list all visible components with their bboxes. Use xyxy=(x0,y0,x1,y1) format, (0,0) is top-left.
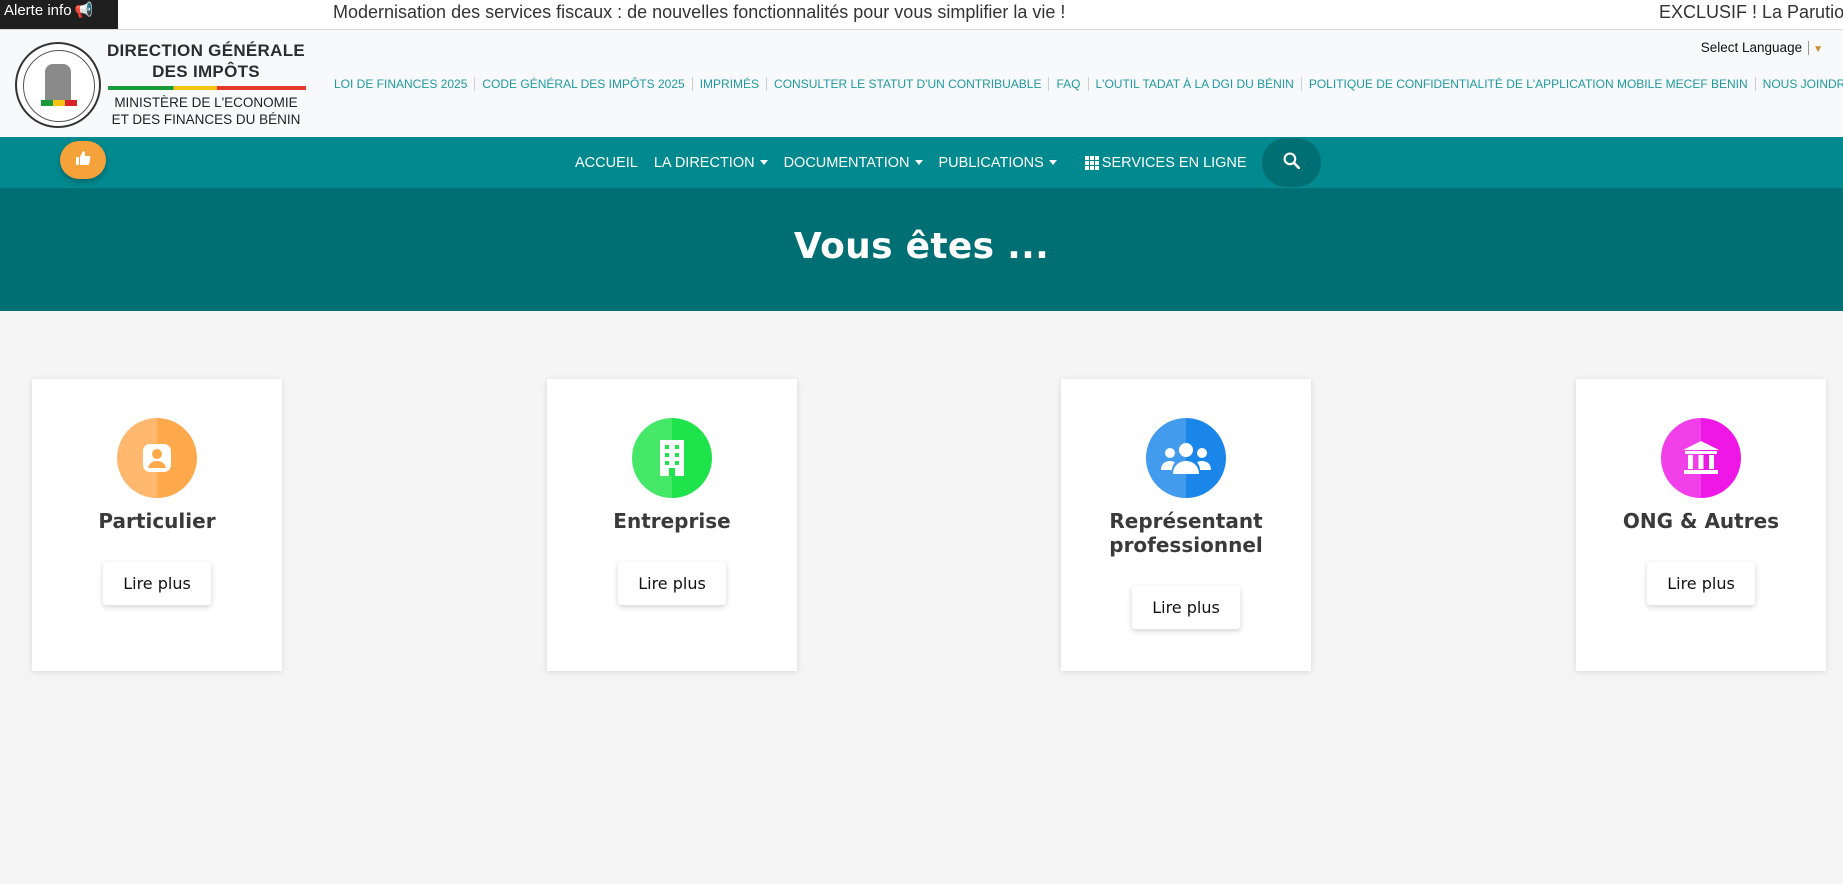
card-title: ONG & Autres xyxy=(1622,509,1780,533)
card-entreprise: Entreprise Lire plus xyxy=(547,379,797,671)
card-read-more-button[interactable]: Lire plus xyxy=(618,562,726,605)
caret-down-icon xyxy=(759,160,768,165)
card-representant-professionnel: Représentant professionnel Lire plus xyxy=(1061,379,1311,671)
brand-line-4: ET DES FINANCES DU BÉNIN xyxy=(111,112,301,127)
nav-item-accueil[interactable]: ACCUEIL xyxy=(575,155,638,171)
toplink-statut-contribuable[interactable]: CONSULTER LE STATUT D'UN CONTRIBUABLE xyxy=(767,77,1050,91)
toplink-politique-confidentialite[interactable]: POLITIQUE DE CONFIDENTIALITÉ DE L'APPLIC… xyxy=(1302,77,1756,91)
institution-icon xyxy=(1661,418,1741,498)
tricolor-divider xyxy=(108,86,306,90)
nav-item-label: LA DIRECTION xyxy=(653,154,755,171)
hero-title: Vous êtes ... xyxy=(793,226,1050,267)
card-read-more-button[interactable]: Lire plus xyxy=(103,562,211,605)
card-read-more-button[interactable]: Lire plus xyxy=(1132,586,1240,629)
caret-down-icon xyxy=(914,160,923,165)
hero-banner: Vous êtes ... xyxy=(0,188,1843,311)
user-icon xyxy=(117,418,197,498)
card-icon-circle xyxy=(632,418,712,498)
language-label: Select Language xyxy=(1700,40,1803,55)
card-icon-circle xyxy=(1146,418,1226,498)
nav-menu: ACCUEIL LA DIRECTION DOCUMENTATION PUBLI… xyxy=(575,137,1263,188)
dgi-logo-seal[interactable] xyxy=(15,42,101,128)
brand-line-3: MINISTÈRE DE L'ECONOMIE xyxy=(114,95,298,110)
like-button[interactable] xyxy=(60,141,106,179)
card-particulier: Particulier Lire plus xyxy=(32,379,282,671)
card-icon-circle xyxy=(1661,418,1741,498)
ticker-item[interactable]: Modernisation des services fiscaux : de … xyxy=(333,2,1065,23)
toplink-imprimes[interactable]: IMPRIMÉS xyxy=(693,77,768,91)
nav-item-publications[interactable]: PUBLICATIONS xyxy=(939,155,1057,171)
thumbs-up-icon xyxy=(75,150,91,170)
brand-line-2: DES IMPÔTS xyxy=(152,62,260,81)
top-links: LOI DE FINANCES 2025 CODE GÉNÉRAL DES IM… xyxy=(334,77,1843,91)
site-header: DIRECTION GÉNÉRALE DES IMPÔTS MINISTÈRE … xyxy=(0,30,1843,137)
card-ong-autres: ONG & Autres Lire plus xyxy=(1576,379,1826,671)
brand-block[interactable]: DIRECTION GÉNÉRALE DES IMPÔTS MINISTÈRE … xyxy=(106,40,306,128)
nav-item-services-en-ligne[interactable]: SERVICES EN LIGNE xyxy=(1084,154,1247,171)
language-selector[interactable]: Select Language ▼ xyxy=(1700,40,1823,56)
card-title: Particulier xyxy=(98,509,216,533)
brand-line-1: DIRECTION GÉNÉRALE xyxy=(106,41,306,60)
building-icon xyxy=(632,418,712,498)
toplink-nous-joindre[interactable]: NOUS JOINDRE xyxy=(1756,77,1843,91)
nav-item-label: SERVICES EN LIGNE xyxy=(1101,154,1247,171)
card-read-more-button[interactable]: Lire plus xyxy=(1647,562,1755,605)
main-nav: ACCUEIL LA DIRECTION DOCUMENTATION PUBLI… xyxy=(0,137,1843,188)
seal-emblem xyxy=(45,64,71,104)
nav-item-label: PUBLICATIONS xyxy=(938,154,1044,171)
card-title: Entreprise xyxy=(613,509,731,533)
alert-label: Alerte info 📢 xyxy=(0,0,118,29)
chevron-down-icon: ▼ xyxy=(1813,44,1823,55)
language-separator xyxy=(1808,41,1810,56)
search-button[interactable] xyxy=(1262,138,1321,187)
nav-item-label: DOCUMENTATION xyxy=(783,154,910,171)
ticker-item[interactable]: EXCLUSIF ! La Parution xyxy=(1659,2,1843,23)
nav-item-label: ACCUEIL xyxy=(575,154,638,171)
toplink-tadat[interactable]: L'OUTIL TADAT À LA DGI DU BÉNIN xyxy=(1089,77,1302,91)
toplink-faq[interactable]: FAQ xyxy=(1049,77,1089,91)
toplink-loi-de-finances[interactable]: LOI DE FINANCES 2025 xyxy=(334,77,476,91)
nav-item-la-direction[interactable]: LA DIRECTION xyxy=(654,155,768,171)
nav-item-documentation[interactable]: DOCUMENTATION xyxy=(784,155,923,171)
card-title: Représentant professionnel xyxy=(1109,509,1263,557)
search-icon xyxy=(1283,152,1301,173)
megaphone-icon: 📢 xyxy=(74,2,94,19)
alert-ticker-bar: Alerte info 📢 Modernisation des services … xyxy=(0,0,1843,30)
caret-down-icon xyxy=(1048,160,1057,165)
grid-icon xyxy=(1084,155,1099,170)
users-icon xyxy=(1146,418,1226,498)
alert-label-text: Alerte info xyxy=(4,2,72,19)
card-icon-circle xyxy=(117,418,197,498)
toplink-code-general[interactable]: CODE GÉNÉRAL DES IMPÔTS 2025 xyxy=(475,77,693,91)
seal-flag xyxy=(41,100,77,106)
